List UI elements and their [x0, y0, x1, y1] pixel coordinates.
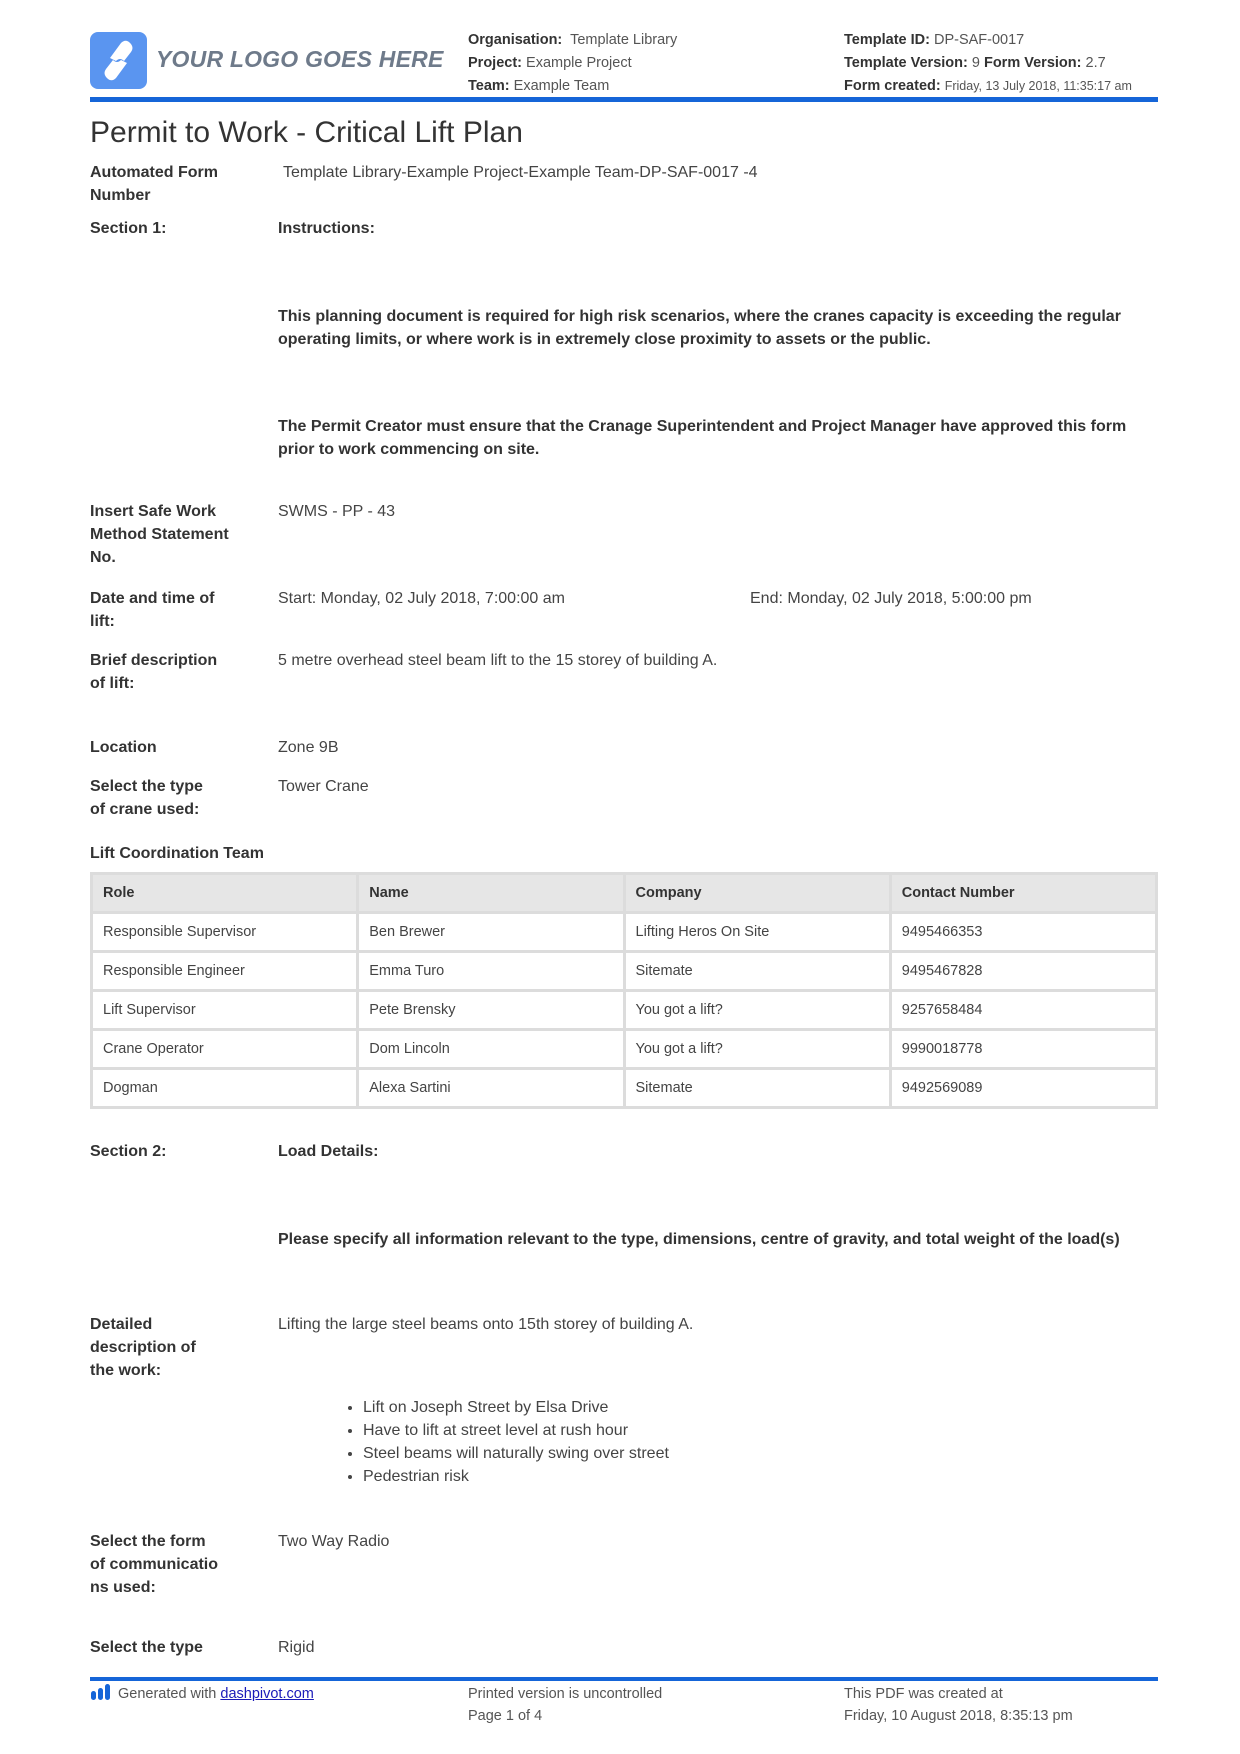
dashpivot-link[interactable]: dashpivot.com [220, 1686, 314, 1702]
form-version-label: Form Version: [983, 55, 1082, 71]
section1-title: Instructions: [278, 220, 375, 237]
form-number-label: Automated Form Number [90, 164, 218, 204]
cell-name: Pete Brensky [359, 992, 623, 1028]
instruction-text-1: This planning document is required for h… [278, 308, 1121, 348]
cell-company: Sitemate [625, 953, 889, 989]
table-row: Crane Operator Dom Lincoln You got a lif… [93, 1031, 1155, 1067]
cell-company: Lifting Heros On Site [625, 914, 889, 950]
detailed-description-value: Lifting the large steel beams onto 15th … [278, 1316, 694, 1333]
page-number: Page 1 of 4 [468, 1708, 543, 1724]
cell-contact: 9492569089 [891, 1070, 1155, 1106]
form-created-value: Friday, 13 July 2018, 11:35:17 am [944, 79, 1132, 93]
cell-company: You got a lift? [625, 992, 889, 1028]
cell-role: Crane Operator [93, 1031, 357, 1067]
template-id-label: Template ID: [844, 32, 930, 48]
cell-contact: 9257658484 [891, 992, 1155, 1028]
template-version-label: Template Version: [844, 55, 968, 71]
pdf-created-value: Friday, 10 August 2018, 8:35:13 pm [844, 1708, 1073, 1724]
column-header-name: Name [359, 875, 623, 911]
crane-type-value: Tower Crane [278, 778, 369, 795]
cell-name: Emma Turo [359, 953, 623, 989]
start-datetime: Start: Monday, 02 July 2018, 7:00:00 am [278, 590, 565, 607]
communication-label: Select the form of communications used: [90, 1533, 219, 1596]
load-instruction-text: Please specify all information relevant … [278, 1231, 1120, 1248]
footer-pdf-info: This PDF was created at Friday, 10 Augus… [844, 1683, 1073, 1727]
template-id-value: DP-SAF-0017 [933, 32, 1025, 48]
logo-icon [90, 32, 147, 89]
datetime-label: Date and time of lift: [90, 590, 215, 630]
brief-description-label: Brief description of lift: [90, 652, 218, 692]
team-value: Example Team [513, 78, 610, 94]
list-item: Lift on Joseph Street by Elsa Drive [363, 1396, 669, 1419]
crane-type-label: Select the type of crane used: [90, 778, 203, 818]
column-header-contact: Contact Number [891, 875, 1155, 911]
cell-name: Alexa Sartini [359, 1070, 623, 1106]
select-type-label: Select the type [90, 1639, 203, 1656]
cell-role: Responsible Supervisor [93, 914, 357, 950]
cell-contact: 9990018778 [891, 1031, 1155, 1067]
footer-divider [90, 1677, 1158, 1681]
form-created-label: Form created: [844, 78, 941, 94]
cell-name: Dom Lincoln [359, 1031, 623, 1067]
cell-role: Dogman [93, 1070, 357, 1106]
table-row: Lift Supervisor Pete Brensky You got a l… [93, 992, 1155, 1028]
lift-coordination-table: Role Name Company Contact Number Respons… [90, 872, 1158, 1109]
organisation-value: Template Library [570, 32, 678, 48]
generated-prefix: Generated with [118, 1686, 217, 1702]
team-label: Team: [468, 78, 510, 94]
work-risks-list: Lift on Joseph Street by Elsa Drive Have… [318, 1396, 669, 1488]
table-header-row: Role Name Company Contact Number [93, 875, 1155, 911]
cell-name: Ben Brewer [359, 914, 623, 950]
section2-label: Section 2: [90, 1143, 167, 1160]
column-header-company: Company [625, 875, 889, 911]
project-value: Example Project [526, 55, 632, 71]
footer-print-info: Printed version is uncontrolled Page 1 o… [468, 1683, 662, 1727]
dashpivot-icon [90, 1683, 112, 1708]
list-item: Pedestrian risk [363, 1465, 669, 1488]
swms-value: SWMS - PP - 43 [278, 503, 396, 520]
list-item: Steel beams will naturally swing over st… [363, 1442, 669, 1465]
footer-generated: Generated with dashpivot.com [90, 1683, 314, 1708]
detailed-description-label: Detailed description of the work: [90, 1316, 196, 1379]
cell-contact: 9495466353 [891, 914, 1155, 950]
table-row: Responsible Engineer Emma Turo Sitemate … [93, 953, 1155, 989]
project-label: Project: [468, 55, 522, 71]
logo-text: YOUR LOGO GOES HERE [156, 46, 444, 72]
table-row: Responsible Supervisor Ben Brewer Liftin… [93, 914, 1155, 950]
location-value: Zone 9B [278, 739, 339, 756]
cell-contact: 9495467828 [891, 953, 1155, 989]
header-template-info: Template ID: DP-SAF-0017 Template Versio… [844, 29, 1132, 98]
instruction-text-2: The Permit Creator must ensure that the … [278, 418, 1127, 458]
brief-description-value: 5 metre overhead steel beam lift to the … [278, 652, 718, 669]
printed-notice: Printed version is uncontrolled [468, 1686, 663, 1702]
end-datetime: End: Monday, 02 July 2018, 5:00:00 pm [750, 590, 1032, 607]
cell-role: Lift Supervisor [93, 992, 357, 1028]
header-divider [90, 97, 1158, 102]
communication-value: Two Way Radio [278, 1533, 390, 1550]
cell-role: Responsible Engineer [93, 953, 357, 989]
header-org-info: Organisation: Template Library Project: … [468, 29, 677, 98]
pdf-created-label: This PDF was created at [844, 1686, 1003, 1702]
page-title: Permit to Work - Critical Lift Plan [90, 116, 523, 149]
form-version-value: 2.7 [1085, 55, 1106, 71]
team-table-title: Lift Coordination Team [90, 845, 264, 862]
swms-label: Insert Safe Work Method Statement No. [90, 503, 229, 566]
organisation-label: Organisation: [468, 32, 563, 48]
list-item: Have to lift at street level at rush hou… [363, 1419, 669, 1442]
select-type-value: Rigid [278, 1639, 315, 1656]
cell-company: Sitemate [625, 1070, 889, 1106]
section2-title: Load Details: [278, 1143, 379, 1160]
table-row: Dogman Alexa Sartini Sitemate 9492569089 [93, 1070, 1155, 1106]
column-header-role: Role [93, 875, 357, 911]
cell-company: You got a lift? [625, 1031, 889, 1067]
form-number-value: Template Library-Example Project-Example… [283, 164, 758, 181]
section1-label: Section 1: [90, 220, 167, 237]
template-version-value: 9 [971, 55, 980, 71]
location-label: Location [90, 739, 157, 756]
